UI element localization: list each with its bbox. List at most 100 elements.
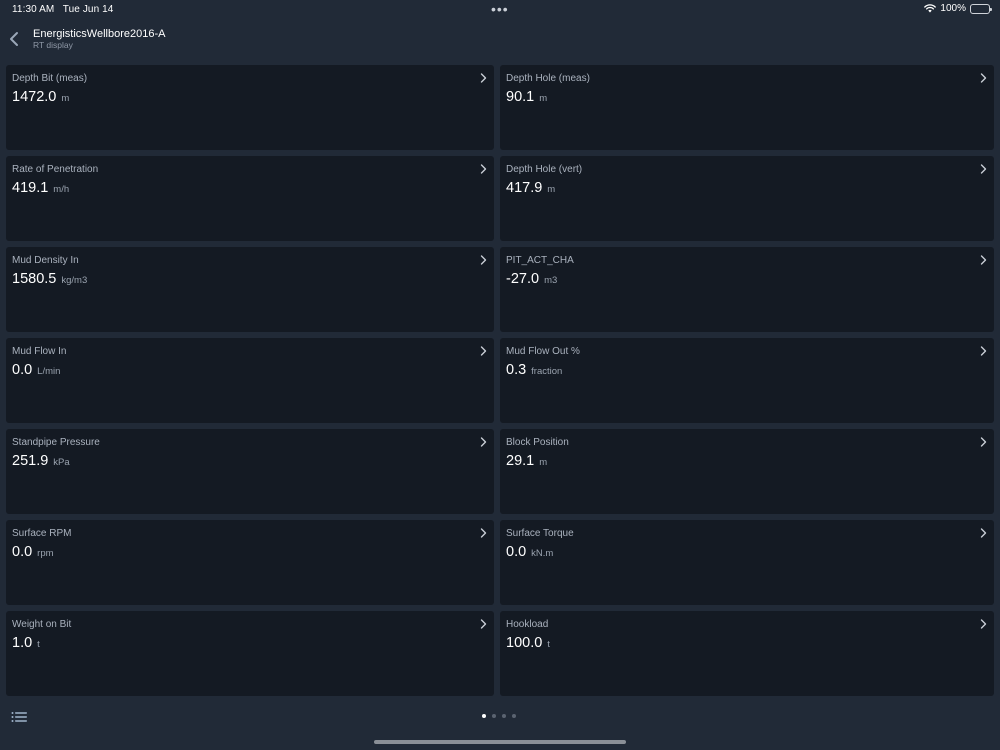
card-value-row: 100.0 t: [506, 635, 550, 651]
card-value-row: 1472.0 m: [12, 89, 69, 105]
status-right-group: 100%: [924, 3, 992, 14]
card-value-row: 0.0 L/min: [12, 362, 60, 378]
card-value-row: 0.0 rpm: [12, 544, 54, 560]
card-weight-on-bit[interactable]: Weight on Bit 1.0 t: [6, 611, 494, 696]
battery-icon: [970, 3, 992, 14]
card-mud-flow-in[interactable]: Mud Flow In 0.0 L/min: [6, 338, 494, 423]
card-unit: rpm: [37, 548, 54, 559]
chevron-right-icon: [980, 255, 987, 265]
card-value: 1472.0: [12, 89, 57, 105]
card-unit: m: [61, 93, 70, 104]
page-dot-2[interactable]: [492, 714, 496, 718]
chevron-right-icon: [480, 528, 487, 538]
chevron-right-icon: [980, 528, 987, 538]
card-unit: t: [37, 639, 40, 650]
card-label: Weight on Bit: [12, 619, 72, 630]
card-value: 0.3: [506, 362, 527, 378]
list-button[interactable]: [11, 710, 28, 722]
chevron-right-icon: [980, 619, 987, 629]
card-block-position[interactable]: Block Position 29.1 m: [500, 429, 994, 514]
card-standpipe-pressure[interactable]: Standpipe Pressure 251.9 kPa: [6, 429, 494, 514]
card-value-row: 1.0 t: [12, 635, 40, 651]
page-dot-1[interactable]: [482, 714, 486, 718]
card-unit: m: [547, 184, 556, 195]
status-time: 11:30 AM: [12, 4, 55, 15]
chevron-right-icon: [980, 346, 987, 356]
card-unit: m/h: [53, 184, 70, 195]
card-value: 0.0: [12, 544, 33, 560]
card-value: 90.1: [506, 89, 535, 105]
chevron-right-icon: [480, 255, 487, 265]
card-unit: m: [539, 93, 548, 104]
card-value: 419.1: [12, 180, 49, 196]
chevron-right-icon: [480, 73, 487, 83]
home-indicator[interactable]: [374, 740, 626, 744]
card-value: 0.0: [506, 544, 527, 560]
card-label: Surface Torque: [506, 528, 574, 539]
measurement-grid: Depth Bit (meas) 1472.0 m Depth Hole (me…: [6, 65, 994, 696]
card-value: 0.0: [12, 362, 33, 378]
card-unit: kg/m3: [61, 275, 88, 286]
card-label: Hookload: [506, 619, 549, 630]
page-dot-4[interactable]: [512, 714, 516, 718]
battery-percentage: 100%: [940, 3, 966, 14]
card-hookload[interactable]: Hookload 100.0 t: [500, 611, 994, 696]
card-value: -27.0: [506, 271, 540, 287]
card-value-row: 29.1 m: [506, 453, 547, 469]
card-unit: m: [539, 457, 548, 468]
card-unit: fraction: [531, 366, 563, 377]
card-value-row: -27.0 m3: [506, 271, 557, 287]
chevron-right-icon: [980, 73, 987, 83]
card-value-row: 419.1 m/h: [12, 180, 69, 196]
card-label: Mud Flow In: [12, 346, 67, 357]
card-value-row: 251.9 kPa: [12, 453, 70, 469]
chevron-right-icon: [480, 346, 487, 356]
card-depth-hole-meas[interactable]: Depth Hole (meas) 90.1 m: [500, 65, 994, 150]
chevron-right-icon: [480, 437, 487, 447]
card-unit: t: [547, 639, 550, 650]
card-label: Block Position: [506, 437, 569, 448]
back-button[interactable]: [4, 28, 24, 50]
card-label: Depth Bit (meas): [12, 73, 88, 84]
card-surface-torque[interactable]: Surface Torque 0.0 kN.m: [500, 520, 994, 605]
status-bar: 11:30 AM Tue Jun 14 ••• 100%: [0, 0, 1000, 20]
card-value: 29.1: [506, 453, 535, 469]
card-depth-hole-vert[interactable]: Depth Hole (vert) 417.9 m: [500, 156, 994, 241]
bottom-toolbar: [0, 700, 1000, 750]
card-value-row: 417.9 m: [506, 180, 555, 196]
multitasking-dots[interactable]: •••: [491, 1, 509, 17]
card-surface-rpm[interactable]: Surface RPM 0.0 rpm: [6, 520, 494, 605]
card-rate-of-penetration[interactable]: Rate of Penetration 419.1 m/h: [6, 156, 494, 241]
card-label: Depth Hole (meas): [506, 73, 590, 84]
card-mud-flow-out-pct[interactable]: Mud Flow Out % 0.3 fraction: [500, 338, 994, 423]
list-icon: [11, 712, 27, 722]
wifi-icon: [924, 4, 937, 13]
card-value: 100.0: [506, 635, 543, 651]
chevron-right-icon: [480, 164, 487, 174]
card-depth-bit-meas[interactable]: Depth Bit (meas) 1472.0 m: [6, 65, 494, 150]
status-time-date: 11:30 AM Tue Jun 14: [12, 4, 113, 15]
page-indicator: [482, 714, 516, 718]
card-pit-act-cha[interactable]: PIT_ACT_CHA -27.0 m3: [500, 247, 994, 332]
card-value: 1580.5: [12, 271, 57, 287]
card-label: Surface RPM: [12, 528, 72, 539]
card-label: Mud Flow Out %: [506, 346, 580, 357]
page-title: EnergisticsWellbore2016-A: [33, 28, 166, 40]
chevron-right-icon: [980, 164, 987, 174]
card-value: 251.9: [12, 453, 49, 469]
card-value: 1.0: [12, 635, 33, 651]
card-mud-density-in[interactable]: Mud Density In 1580.5 kg/m3: [6, 247, 494, 332]
card-label: Depth Hole (vert): [506, 164, 583, 175]
chevron-right-icon: [480, 619, 487, 629]
card-label: Mud Density In: [12, 255, 79, 266]
navigation-bar: EnergisticsWellbore2016-A RT display: [0, 20, 1000, 60]
card-value-row: 0.0 kN.m: [506, 544, 553, 560]
card-value-row: 90.1 m: [506, 89, 547, 105]
chevron-left-icon: [10, 32, 18, 46]
card-label: Rate of Penetration: [12, 164, 99, 175]
card-unit: L/min: [37, 366, 61, 377]
card-value: 417.9: [506, 180, 543, 196]
card-label: Standpipe Pressure: [12, 437, 100, 448]
page-dot-3[interactable]: [502, 714, 506, 718]
card-unit: kPa: [53, 457, 70, 468]
